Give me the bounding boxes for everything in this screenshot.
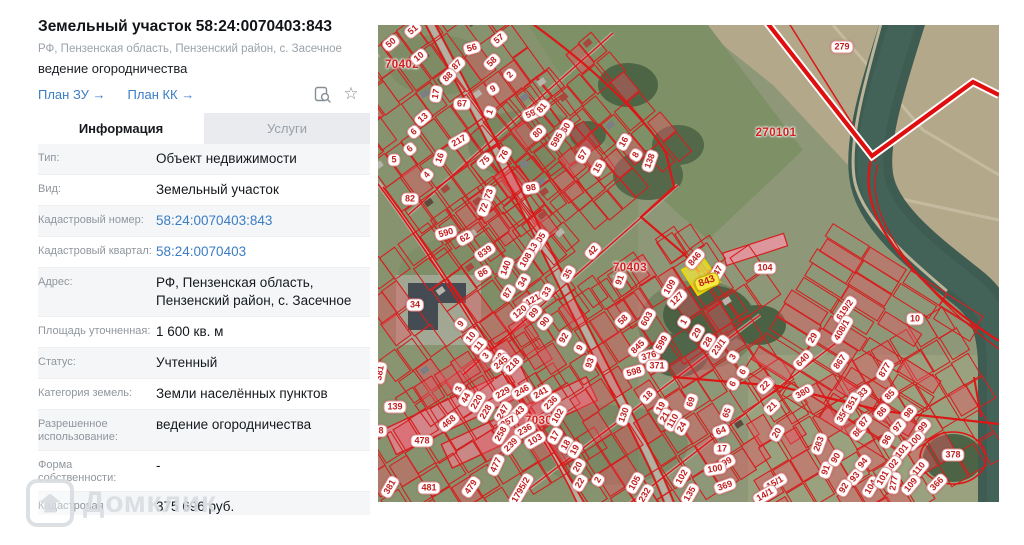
info-row-value: 1 600 кв. м	[152, 323, 370, 341]
page-title: Земельный участок 58:24:0070403:843	[38, 18, 368, 36]
info-row-value: Учтенный	[152, 354, 370, 372]
usage-text: ведение огородничества	[38, 61, 368, 76]
parcel-label[interactable]: 8	[378, 425, 388, 438]
info-row-label: Кадастровый номер:	[38, 212, 152, 227]
parcel-label[interactable]: 279	[830, 41, 853, 54]
star-icon[interactable]: ☆	[342, 85, 360, 103]
info-row-label: Тип:	[38, 150, 152, 165]
info-row: Адрес:РФ, Пензенская область, Пензенский…	[38, 268, 370, 317]
info-row: Вид:Земельный участок	[38, 175, 370, 206]
parcel-label[interactable]: 481	[417, 482, 440, 495]
parcel-label[interactable]: 67	[453, 98, 471, 111]
info-row: Тип:Объект недвижимости	[38, 144, 370, 175]
parcel-label[interactable]: 82	[401, 193, 419, 206]
info-row-value: Земли населённых пунктов	[152, 385, 370, 403]
info-row-value: Земельный участок	[152, 181, 370, 199]
tab-information[interactable]: Информация	[38, 113, 204, 144]
info-row-value: РФ, Пензенская область, Пензенский район…	[152, 274, 370, 310]
info-row-value: ведение огородничества	[152, 416, 370, 434]
info-row: Кадастровый номер:58:24:0070403:843	[38, 206, 370, 237]
parcel-label[interactable]: 10	[906, 313, 924, 326]
info-panel: Земельный участок 58:24:0070403:843 РФ, …	[0, 0, 378, 545]
info-row: Категория земель:Земли населённых пункто…	[38, 379, 370, 410]
plan-links-row: План ЗУ → План КК → ☆	[38, 85, 368, 103]
info-row: Статус:Учтенный	[38, 348, 370, 379]
info-row-label: Площадь уточненная:	[38, 323, 152, 338]
info-row-label: Категория земель:	[38, 385, 152, 400]
info-row-label: Форма собственности:	[38, 457, 152, 485]
info-row-value: Объект недвижимости	[152, 150, 370, 168]
tab-services[interactable]: Услуги	[204, 113, 370, 144]
info-row-value: -	[152, 457, 370, 475]
document-search-icon[interactable]	[314, 85, 332, 103]
info-row-label: Разрешенное использование:	[38, 416, 152, 444]
address-subtitle: РФ, Пензенская область, Пензенский район…	[38, 43, 368, 55]
parcel-label[interactable]: 104	[753, 262, 776, 275]
info-row-label: Кадастровый квартал:	[38, 243, 152, 258]
info-row-value[interactable]: 58:24:0070403	[152, 243, 370, 261]
info-row: Кадастровый квартал:58:24:0070403	[38, 237, 370, 268]
plan-zu-link[interactable]: План ЗУ →	[38, 87, 106, 102]
info-row: Форма собственности:-	[38, 451, 370, 492]
info-row-value[interactable]: 58:24:0070403:843	[152, 212, 370, 230]
info-row: Кадастровая стоимость:375 696 руб.	[38, 492, 370, 515]
panel-header: Земельный участок 58:24:0070403:843 РФ, …	[0, 0, 378, 103]
cadastral-map[interactable]: 704022701017040370305 515010565758878829…	[378, 25, 999, 502]
info-row-label: Кадастровая стоимость:	[38, 498, 152, 515]
info-row-label: Вид:	[38, 181, 152, 196]
parcel-label[interactable]: 139	[383, 401, 406, 414]
panel-tabs: Информация Услуги	[38, 113, 370, 144]
header-icons: ☆	[314, 85, 368, 103]
info-row-label: Статус:	[38, 354, 152, 369]
parcel-label[interactable]: 34	[406, 299, 424, 312]
info-row-label: Адрес:	[38, 274, 152, 289]
parcel-label[interactable]: 478	[410, 435, 433, 448]
parcel-label[interactable]: 371	[645, 360, 668, 373]
parcel-label[interactable]: 378	[941, 449, 964, 462]
plan-kk-link[interactable]: План КК →	[128, 87, 195, 102]
info-row: Площадь уточненная:1 600 кв. м	[38, 317, 370, 348]
info-row-value: 375 696 руб.	[152, 498, 370, 515]
info-row: Разрешенное использование:ведение огород…	[38, 410, 370, 451]
parcel-label[interactable]: 5	[387, 154, 400, 167]
info-rows: Тип:Объект недвижимостиВид:Земельный уча…	[38, 144, 370, 515]
